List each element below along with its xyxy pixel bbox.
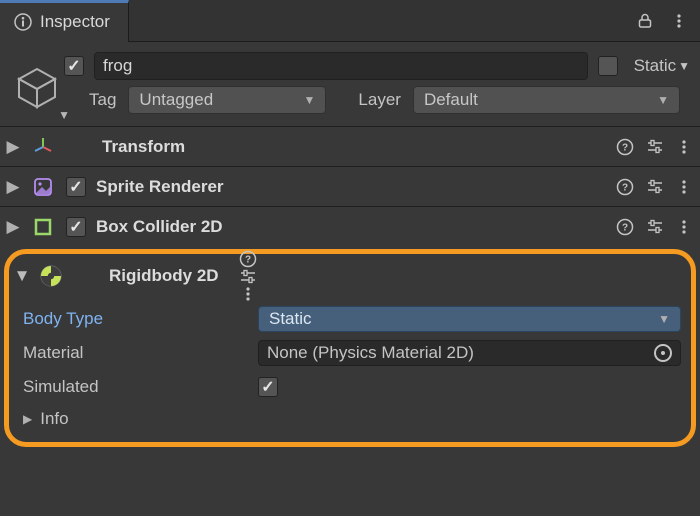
info-foldout[interactable]: ▶ Info: [23, 404, 681, 434]
preset-icon[interactable]: [239, 268, 257, 286]
inspector-tab[interactable]: Inspector: [0, 0, 129, 42]
tab-title: Inspector: [40, 12, 110, 32]
kebab-icon[interactable]: [668, 10, 690, 32]
preset-icon[interactable]: [646, 138, 664, 156]
chevron-down-icon: ▼: [658, 312, 670, 326]
chevron-down-icon: ▼: [58, 108, 70, 122]
component-enabled-checkbox[interactable]: [66, 177, 86, 197]
svg-text:?: ?: [622, 223, 628, 234]
foldout-right-icon: ▶: [6, 177, 20, 197]
body-type-dropdown[interactable]: Static ▼: [258, 306, 681, 332]
component-name: Box Collider 2D: [96, 217, 223, 237]
component-sprite-renderer[interactable]: ▶ Sprite Renderer ?: [0, 167, 700, 207]
tag-value: Untagged: [139, 90, 213, 110]
gameobject-name-input[interactable]: frog: [94, 52, 588, 80]
svg-text:?: ?: [245, 255, 251, 266]
chevron-down-icon: ▼: [657, 93, 669, 107]
simulated-label: Simulated: [23, 377, 258, 397]
kebab-icon[interactable]: [676, 179, 692, 195]
simulated-checkbox[interactable]: [258, 377, 278, 397]
box-collider-icon: [30, 214, 56, 240]
lock-icon[interactable]: [634, 10, 656, 32]
chevron-down-icon: ▼: [678, 59, 690, 73]
info-label: Info: [40, 409, 68, 429]
material-label: Material: [23, 343, 258, 363]
component-transform[interactable]: ▶ Transform ?: [0, 127, 700, 167]
material-value: None (Physics Material 2D): [267, 343, 474, 363]
foldout-right-icon: ▶: [6, 217, 20, 237]
preset-icon[interactable]: [646, 178, 664, 196]
layer-dropdown[interactable]: Default ▼: [413, 86, 680, 114]
rigidbody-icon: [39, 264, 63, 288]
material-field[interactable]: None (Physics Material 2D): [258, 340, 681, 366]
highlight-box: ▼ Rigidbody 2D ?: [4, 249, 696, 447]
static-checkbox[interactable]: [598, 56, 618, 76]
foldout-right-icon: ▶: [23, 412, 32, 426]
gameobject-name-text: frog: [103, 56, 132, 76]
sprite-renderer-icon: [30, 174, 56, 200]
chevron-down-icon: ▼: [304, 93, 316, 107]
static-label-text: Static: [634, 56, 677, 76]
body-type-value: Static: [269, 309, 312, 329]
kebab-icon[interactable]: [676, 219, 692, 235]
transform-icon: [30, 134, 56, 160]
gameobject-kind-icon[interactable]: ▼: [10, 60, 64, 114]
body-type-label: Body Type: [23, 309, 258, 329]
help-icon[interactable]: ?: [616, 178, 634, 196]
kebab-icon[interactable]: [239, 286, 257, 302]
tag-label: Tag: [89, 90, 116, 110]
component-name: Rigidbody 2D: [109, 266, 219, 286]
kebab-icon[interactable]: [676, 139, 692, 155]
svg-text:?: ?: [622, 142, 628, 153]
layer-label: Layer: [358, 90, 401, 110]
foldout-right-icon: ▶: [6, 137, 20, 157]
help-icon[interactable]: ?: [616, 218, 634, 236]
object-picker-icon[interactable]: [654, 344, 672, 362]
info-icon: [14, 13, 32, 31]
component-enabled-checkbox[interactable]: [66, 217, 86, 237]
foldout-down-icon: ▼: [15, 266, 29, 286]
active-checkbox[interactable]: [64, 56, 84, 76]
preset-icon[interactable]: [646, 218, 664, 236]
help-icon[interactable]: ?: [239, 250, 257, 268]
layer-value: Default: [424, 90, 478, 110]
help-icon[interactable]: ?: [616, 138, 634, 156]
component-rigidbody-2d[interactable]: ▼ Rigidbody 2D ?: [9, 254, 691, 298]
component-box-collider-2d[interactable]: ▶ Box Collider 2D ?: [0, 207, 700, 247]
tag-dropdown[interactable]: Untagged ▼: [128, 86, 326, 114]
svg-text:?: ?: [622, 182, 628, 193]
component-name: Transform: [102, 137, 185, 157]
static-dropdown[interactable]: Static ▼: [634, 56, 690, 76]
component-name: Sprite Renderer: [96, 177, 224, 197]
